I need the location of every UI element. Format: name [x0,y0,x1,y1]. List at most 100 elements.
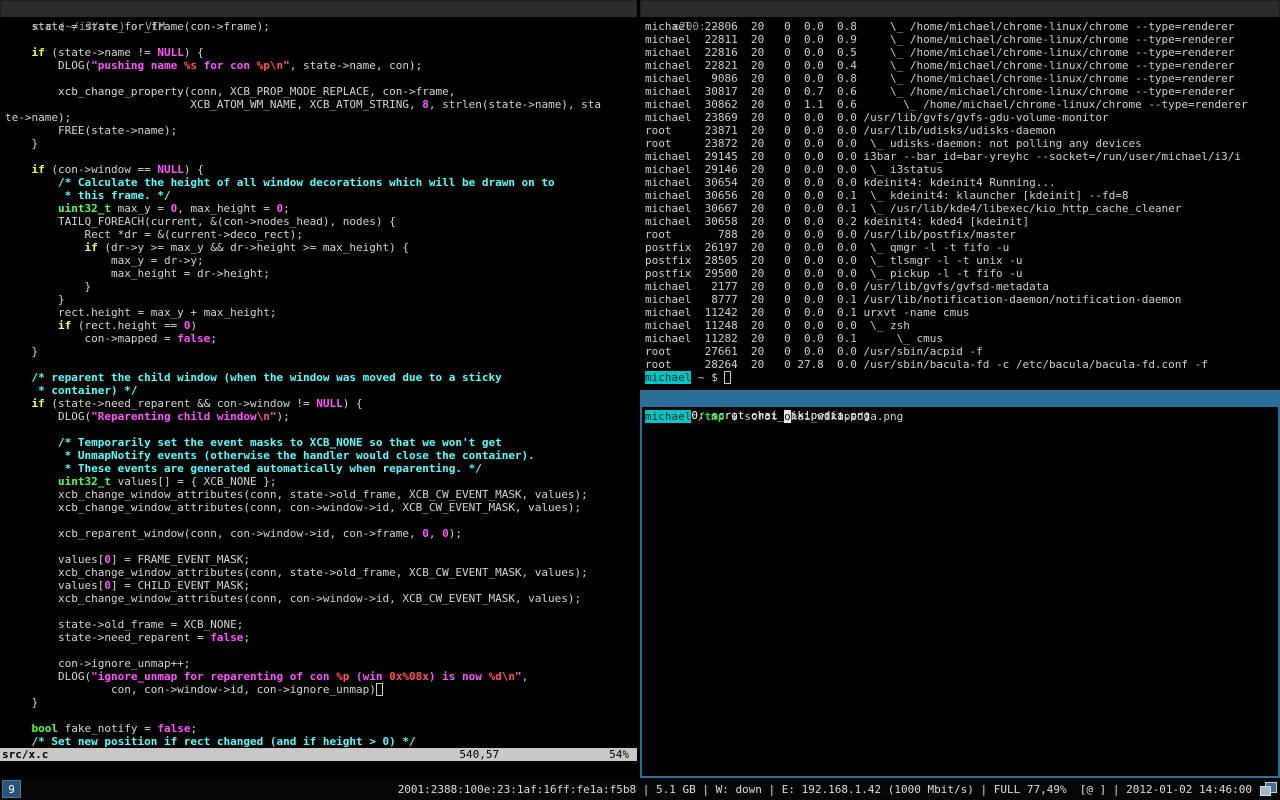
process-row: michael 11248 20 0 0.0 0.0 \_ zsh [645,319,1280,332]
text-segment: "ignore_unmap for reparenting of con [91,670,336,683]
systray-windows-icon[interactable] [1259,781,1277,797]
text-segment: root 788 20 0 0.0 0.0 /usr/lib/postfix/m… [645,228,1016,241]
text-segment: michael 22811 20 0 0.0 0.9 \_ /home/mich… [645,33,1234,46]
process-row: michael 8777 20 0 0.0 0.1 /usr/lib/notif… [645,293,1280,306]
text-segment [5,202,58,215]
text-segment: xcb_change_property(conn, XCB_PROP_MODE_… [5,85,455,98]
shell-area[interactable]: michael /tmp $ scrot ohai_wikipedia.png [640,407,1280,778]
terminal-window-bottom[interactable]: x200: scrot ohai_wikipedia.png michael /… [640,390,1280,778]
code-line [5,72,637,85]
text-segment: postfix 26197 20 0 0.0 0.0 \_ qmgr -l -t… [645,241,1009,254]
code-line: max_y = dr->y; [5,254,637,267]
vim-window[interactable]: x.c (~/i3/src) - VIM state = state_for_f… [0,0,637,778]
text-segment: " [515,670,522,683]
code-line: con->ignore_unmap++; [5,657,637,670]
text-segment: TAILQ_FOREACH(current, &(con->nodes_head… [5,215,396,228]
text-segment: \n [257,410,270,423]
process-list: michael 22806 20 0 0.0 0.8 \_ /home/mich… [645,20,1280,371]
text-segment: 0 [422,527,429,540]
code-line: if (dr->y >= max_y && dr->height >= max_… [5,241,637,254]
text-segment: /* Temporarily set the event masks to XC… [5,436,502,449]
text-segment: hai_wikipedia.png [791,410,904,423]
code-line: xcb_change_window_attributes(conn, state… [5,488,637,501]
text-segment: max_height = dr->height; [5,267,270,280]
text-segment: } [5,137,38,150]
code-line: rect.height = max_y + max_height; [5,306,637,319]
text-segment: if [58,319,71,332]
text-segment [5,163,32,176]
process-row: michael 29146 20 0 0.0 0.0 \_ i3status [645,163,1280,176]
code-line: /* Calculate the height of all window de… [5,176,637,189]
text-segment: ] = CHILD_EVENT_MASK; [111,579,250,592]
text-segment: te->name); [5,111,71,124]
process-list-area[interactable]: michael 22806 20 0 0.0 0.8 \_ /home/mich… [640,17,1280,384]
text-segment: %p\n [257,59,284,72]
process-row: michael 11282 20 0 0.0 0.1 \_ cmus [645,332,1280,345]
code-line [5,150,637,163]
terminal-bottom-titlebar[interactable]: x200: scrot ohai_wikipedia.png [640,390,1280,407]
process-row: michael 9086 20 0 0.0 0.8 \_ /home/micha… [645,72,1280,85]
text-segment: michael 2177 20 0 0.0 0.0 /usr/lib/gvfs/… [645,280,1049,293]
code-line: xcb_change_window_attributes(conn, con->… [5,501,637,514]
text-segment: %s [184,59,197,72]
text-segment: ); [449,527,462,540]
text-segment: false [177,332,210,345]
text-segment: xcb_change_window_attributes(conn, con->… [5,592,581,605]
vim-window-titlebar[interactable]: x.c (~/i3/src) - VIM [0,0,637,17]
process-row: michael 30667 20 0 0.0 0.1 \_ /usr/lib/k… [645,202,1280,215]
text-segment: bool [32,722,59,735]
text-segment: " [270,410,277,423]
text-segment: ) { [184,163,204,176]
text-segment: ; [210,332,217,345]
text-segment: (con->window == [45,163,158,176]
code-line: con->mapped = false; [5,332,637,345]
text-segment: fake_notify = [58,722,157,735]
code-line [5,605,637,618]
code-line: max_height = dr->height; [5,267,637,280]
code-line: xcb_change_property(conn, XCB_PROP_MODE_… [5,85,637,98]
text-segment: con->mapped = [5,332,177,345]
workspace-button[interactable]: 9 [2,780,21,798]
text-segment: * this frame. */ [5,189,171,202]
text-segment: xcb_change_window_attributes(conn, state… [5,488,588,501]
text-segment: DLOG( [5,59,91,72]
text-segment: michael 8777 20 0 0.0 0.1 /usr/lib/notif… [645,293,1181,306]
vim-code-area[interactable]: state = state_for_frame(con->frame); if … [0,17,637,748]
text-segment: ; [243,631,250,644]
text-segment: max_y = dr->y; [5,254,204,267]
text-segment: values[ [5,553,104,566]
text-segment: NULL [157,163,184,176]
terminal-top-titlebar[interactable]: x200: ~ [640,0,1280,17]
text-segment: DLOG( [5,410,91,423]
process-row: michael 30658 20 0 0.0 0.2 kdeinit4: kde… [645,215,1280,228]
text-segment: michael 11248 20 0 0.0 0.0 \_ zsh [645,319,910,332]
text-segment: michael 29145 20 0 0.0 0.0 i3bar --bar_i… [645,150,1241,163]
text-segment: michael [645,371,691,384]
text-segment: michael 29146 20 0 0.0 0.0 \_ i3status [645,163,943,176]
vim-cursor-position: 540,57 [459,748,499,761]
terminal-cursor: o [784,410,791,423]
code-line: if (con->window == NULL) { [5,163,637,176]
text-segment: 8 [422,98,429,111]
text-segment: false [210,631,243,644]
code-line: Rect *dr = &(current->deco_rect); [5,228,637,241]
text-segment [5,319,58,332]
text-segment: rect.height = max_y + max_height; [5,306,277,319]
terminal-window-top[interactable]: x200: ~ michael 22806 20 0 0.0 0.8 \_ /h… [640,0,1280,390]
code-line: bool fake_notify = false; [5,722,637,735]
i3bar: 9 2001:2388:100e:23:1af:16ff:fe1a:f5b8 |… [0,778,1280,800]
code-line: XCB_ATOM_WM_NAME, XCB_ATOM_STRING, 8, st… [5,98,637,111]
code-line: values[0] = CHILD_EVENT_MASK; [5,579,637,592]
code-line: } [5,293,637,306]
text-segment: max_y = [111,202,171,215]
text-segment: xcb_reparent_window(conn, con->window->i… [5,527,422,540]
code-line: xcb_reparent_window(conn, con->window->i… [5,527,637,540]
text-segment: (state->need_reparent && con->window != [45,397,317,410]
code-line: /* Temporarily set the event masks to XC… [5,436,637,449]
code-line: /* Set new position if rect changed (and… [5,735,637,748]
text-segment: $ scrot [724,410,784,423]
text-segment: 0x%08x [389,670,429,683]
text-segment: con->ignore_unmap++; [5,657,190,670]
i3status-text: 2001:2388:100e:23:1af:16ff:fe1a:f5b8 | 5… [398,783,1252,796]
code-line: * container) */ [5,384,637,397]
